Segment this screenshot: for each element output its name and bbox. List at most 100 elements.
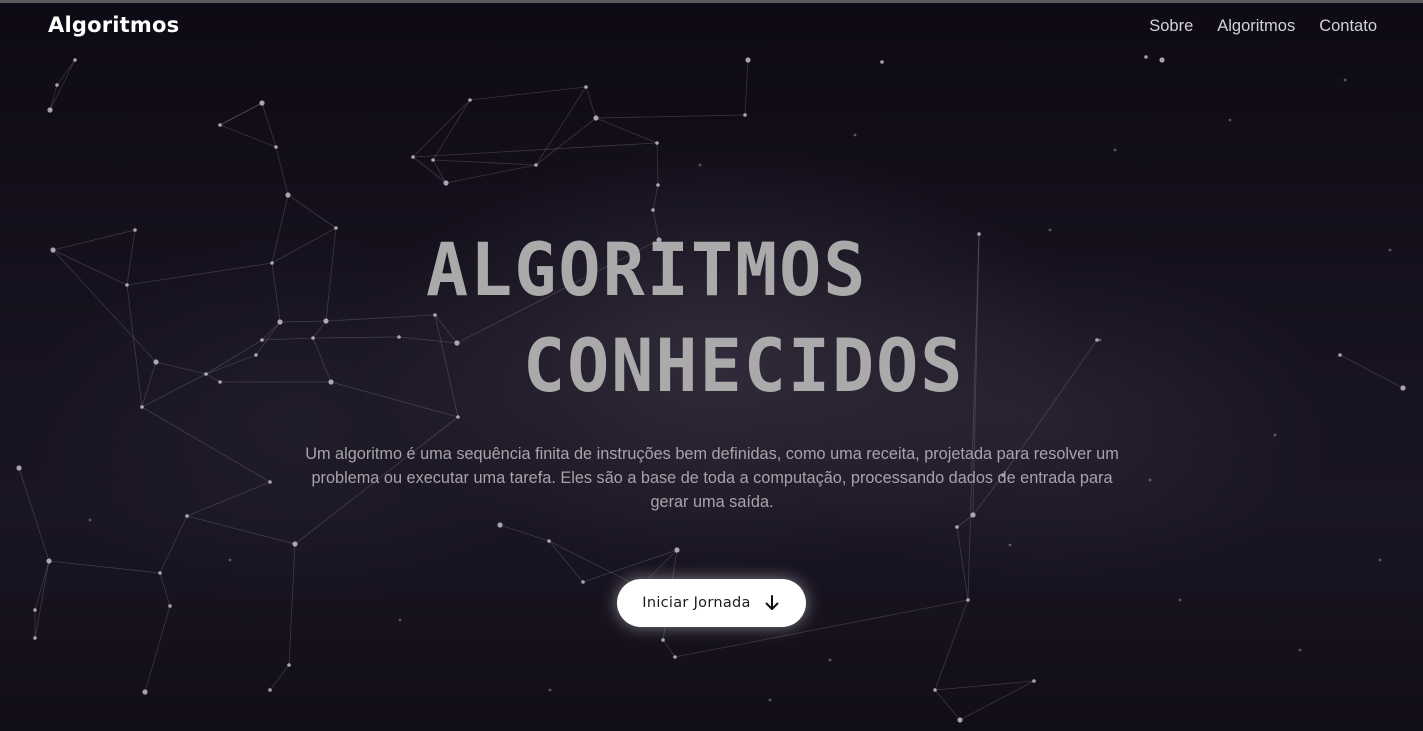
nav-links: Sobre Algoritmos Contato (1149, 17, 1377, 36)
network-node (268, 480, 272, 484)
network-node (50, 247, 56, 253)
start-journey-label: Iniciar Jornada (642, 595, 751, 611)
network-line (656, 142, 659, 186)
network-line (432, 159, 447, 184)
network-line (398, 336, 458, 344)
network-node (287, 663, 291, 667)
network-node (456, 415, 460, 419)
network-line (662, 639, 676, 658)
network-node (218, 123, 222, 127)
network-line (159, 572, 171, 607)
star-speck (1148, 478, 1152, 482)
network-line (18, 467, 50, 562)
nav-link-algoritmos[interactable]: Algoritmos (1217, 17, 1295, 36)
network-line (582, 549, 678, 583)
network-node (673, 655, 677, 659)
network-node (656, 183, 660, 187)
network-node (955, 525, 959, 529)
network-line (585, 86, 597, 119)
network-node (1144, 55, 1148, 59)
network-line (325, 227, 337, 322)
network-line (744, 59, 749, 116)
star-speck (853, 133, 857, 137)
network-line (548, 540, 641, 588)
star-speck (1343, 78, 1347, 82)
network-node (55, 83, 59, 87)
network-node (454, 340, 460, 346)
star-speck (1178, 598, 1182, 602)
network-line (312, 337, 332, 383)
network-node (880, 60, 884, 64)
network-line (261, 102, 277, 148)
network-node (33, 636, 37, 640)
network-node (977, 232, 981, 236)
network-node (268, 688, 272, 692)
network-line (126, 229, 136, 286)
network-node (655, 141, 659, 145)
network-node (204, 372, 208, 376)
network-line (205, 354, 257, 375)
nav-link-contato[interactable]: Contato (1319, 17, 1377, 36)
network-line (287, 194, 337, 229)
network-line (261, 321, 281, 341)
network-node (274, 145, 278, 149)
network-node (334, 226, 338, 230)
network-node (125, 283, 129, 287)
star-speck (1273, 433, 1277, 437)
network-line (432, 99, 471, 161)
star-speck (698, 163, 702, 167)
network-node (933, 688, 937, 692)
star-speck (1228, 118, 1232, 122)
network-node (966, 598, 970, 602)
star-speck (1388, 248, 1392, 252)
network-line (288, 543, 296, 666)
network-line (219, 102, 263, 126)
network-line (271, 194, 289, 264)
network-node (260, 338, 264, 342)
network-line (535, 86, 587, 166)
network-node (185, 514, 189, 518)
network-node (270, 261, 274, 265)
network-node (468, 98, 472, 102)
network-node (277, 319, 283, 325)
network-line (325, 314, 436, 322)
star-speck (398, 618, 402, 622)
start-journey-button[interactable]: Iniciar Jornada (617, 579, 806, 627)
network-node (674, 547, 680, 553)
network-line (219, 124, 277, 148)
network-line (126, 262, 273, 286)
network-node (581, 580, 585, 584)
star-speck (1098, 338, 1102, 342)
star-speck (1378, 558, 1382, 562)
network-node (33, 608, 37, 612)
nav-link-sobre[interactable]: Sobre (1149, 17, 1193, 36)
network-node (1400, 385, 1406, 391)
network-node (397, 335, 401, 339)
hero-description: Um algoritmo é uma sequência finita de i… (305, 445, 1119, 511)
network-line (34, 560, 50, 611)
network-line (141, 373, 207, 408)
network-node (142, 689, 148, 695)
network-node (311, 336, 315, 340)
network-node (534, 163, 538, 167)
hero-title-line-1: ALGORITMOS (426, 226, 868, 314)
network-line (548, 540, 584, 583)
network-line (595, 117, 658, 144)
network-line (49, 59, 76, 111)
network-line (312, 336, 400, 339)
star-speck (228, 558, 232, 562)
star-speck (1113, 148, 1117, 152)
network-line (279, 320, 327, 323)
network-line (271, 262, 281, 323)
network-node (46, 558, 52, 564)
network-line (469, 86, 587, 101)
arrow-down-icon (765, 595, 779, 610)
network-node (411, 155, 415, 159)
brand-logo[interactable]: Algoritmos (48, 13, 179, 37)
network-line (56, 59, 76, 86)
network-line (595, 114, 746, 119)
network-node (47, 107, 53, 113)
network-node (433, 313, 437, 317)
network-line (255, 321, 281, 356)
network-line (48, 560, 161, 574)
